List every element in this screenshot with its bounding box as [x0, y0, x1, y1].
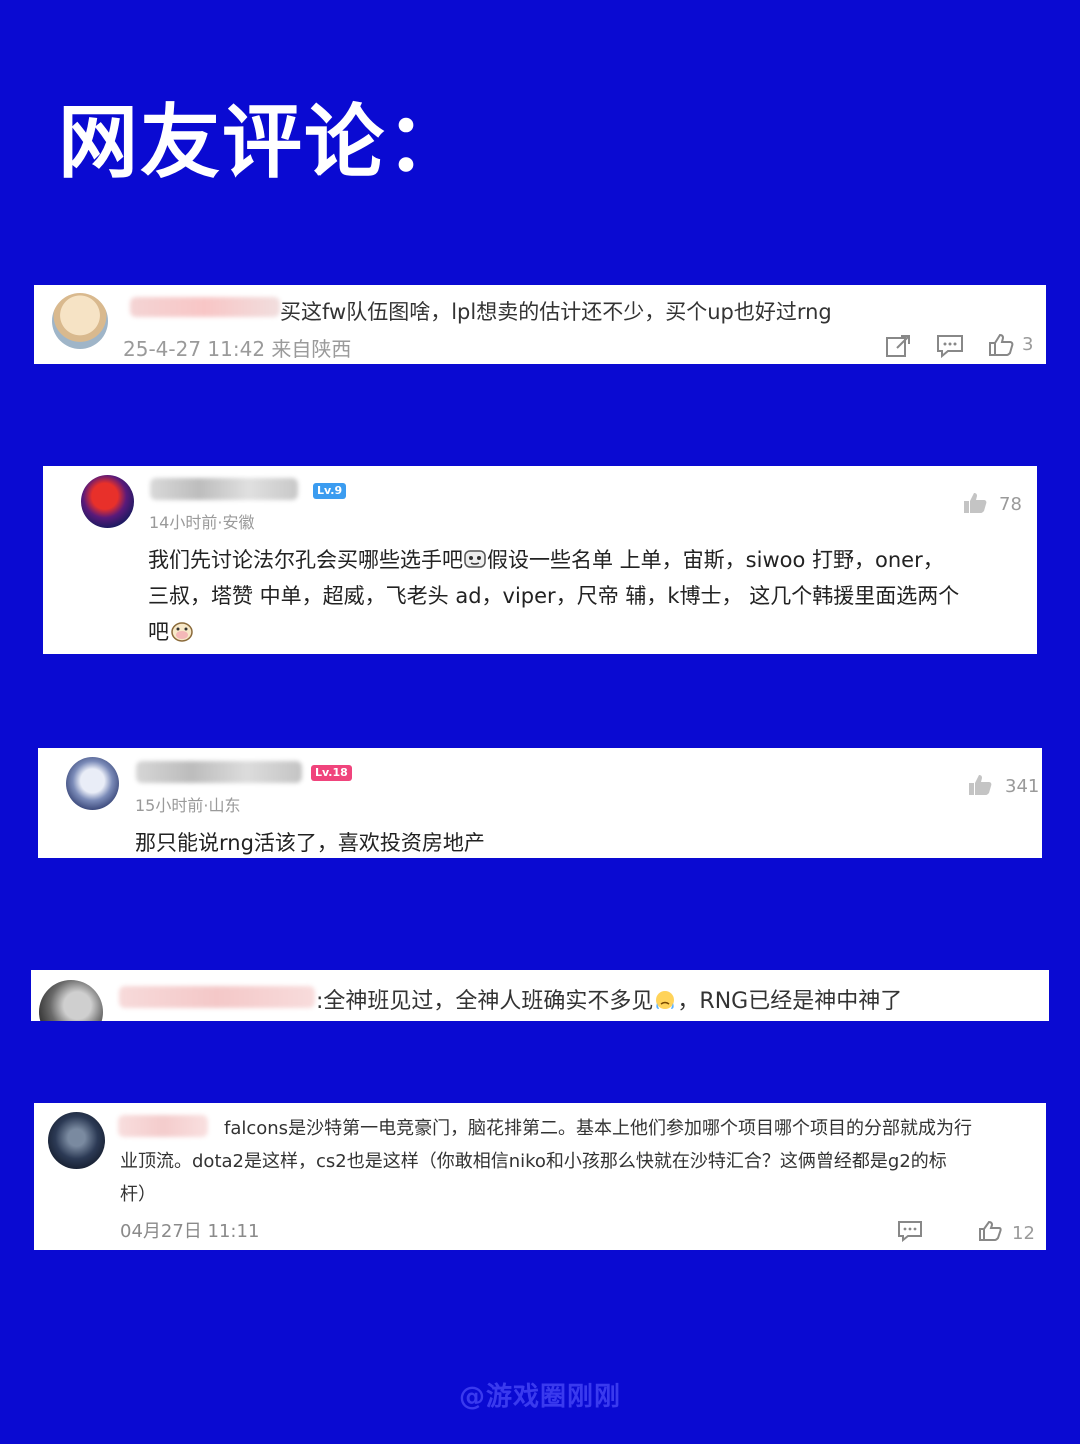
- comment-text-segment: 我们先讨论法尔孔会买哪些选手吧: [148, 548, 463, 572]
- comment-text-line: :全神班见过，全神人班确实不多见 ，RNG已经是神中神了: [316, 983, 902, 1015]
- share-icon[interactable]: [885, 334, 911, 358]
- watermark: @游戏圈刚刚: [458, 1382, 621, 1412]
- comment-text-segment: :全神班见过，全神人班确实不多见: [316, 989, 654, 1014]
- comment-text-line-2: 业顶流。dota2是这样，cs2也是这样（你敢相信niko和小孩那么快就在沙特汇…: [120, 1151, 947, 1172]
- like-icon[interactable]: [978, 1220, 1002, 1242]
- username-redacted[interactable]: [130, 297, 280, 317]
- like-count: 341: [1005, 776, 1040, 797]
- level-badge: Lv.18: [311, 765, 352, 781]
- comment-text-line-3: 吧: [148, 616, 193, 646]
- comment-text-segment: ，RNG已经是神中神了: [677, 989, 903, 1014]
- comment-icon[interactable]: [897, 1220, 923, 1242]
- like-count: 3: [1022, 334, 1034, 355]
- comment-card-4: :全神班见过，全神人班确实不多见 ，RNG已经是神中神了: [31, 970, 1049, 1021]
- avatar[interactable]: [81, 475, 134, 528]
- avatar[interactable]: [52, 293, 108, 349]
- comment-card-1: 买这fw队伍图啥，lpl想卖的估计还不少，买个up也好过rng 25-4-27 …: [34, 285, 1046, 364]
- crying-emoji-icon: [653, 989, 677, 1011]
- like-icon[interactable]: [963, 492, 987, 514]
- comment-text-segment: 假设一些名单 上单，宙斯，siwoo 打野，oner，: [487, 548, 944, 572]
- username-redacted[interactable]: [118, 1115, 208, 1137]
- emoji-sticker-icon: [463, 548, 487, 570]
- like-count: 12: [1012, 1223, 1035, 1244]
- comment-text-line-2: 三叔，塔赞 中单，超威，飞老头 ad，viper，尺帝 辅，k博士， 这几个韩援…: [148, 584, 960, 608]
- avatar[interactable]: [48, 1112, 105, 1169]
- comment-text-line-3: 杆）: [120, 1184, 156, 1205]
- like-icon[interactable]: [968, 774, 992, 796]
- comment-icon[interactable]: [936, 334, 964, 358]
- comment-meta: 15小时前·山东: [135, 796, 241, 815]
- comment-card-3: Lv.18 15小时前·山东 341 那只能说rng活该了，喜欢投资房地产: [38, 748, 1042, 858]
- username-redacted[interactable]: [119, 986, 315, 1008]
- comment-text-segment: 吧: [148, 620, 169, 644]
- comment-card-2: Lv.9 14小时前·安徽 78 我们先讨论法尔孔会买哪些选手吧 假设一些名单 上…: [43, 466, 1037, 654]
- like-count: 78: [999, 494, 1022, 515]
- level-badge: Lv.9: [313, 483, 347, 499]
- comment-meta: 04月27日 11:11: [120, 1221, 260, 1242]
- comment-text: 那只能说rng活该了，喜欢投资房地产: [135, 831, 485, 855]
- comment-meta: 14小时前·安徽: [149, 513, 255, 532]
- comment-text-line-1: falcons是沙特第一电竞豪门，脑花排第二。基本上他们参加哪个项目哪个项目的分…: [224, 1118, 973, 1139]
- page-title: 网友评论：: [58, 96, 468, 189]
- comment-meta: 25-4-27 11:42 来自陕西: [123, 337, 352, 361]
- avatar[interactable]: [66, 757, 119, 810]
- cow-emoji-icon: [169, 620, 193, 642]
- comment-card-5: falcons是沙特第一电竞豪门，脑花排第二。基本上他们参加哪个项目哪个项目的分…: [34, 1103, 1046, 1250]
- comment-text: 买这fw队伍图啥，lpl想卖的估计还不少，买个up也好过rng: [280, 300, 832, 324]
- username-redacted[interactable]: [150, 478, 298, 500]
- comment-text-line-1: 我们先讨论法尔孔会买哪些选手吧 假设一些名单 上单，宙斯，siwoo 打野，one…: [148, 544, 944, 574]
- like-icon[interactable]: [988, 333, 1014, 357]
- avatar[interactable]: [39, 980, 103, 1021]
- username-redacted[interactable]: [136, 761, 302, 783]
